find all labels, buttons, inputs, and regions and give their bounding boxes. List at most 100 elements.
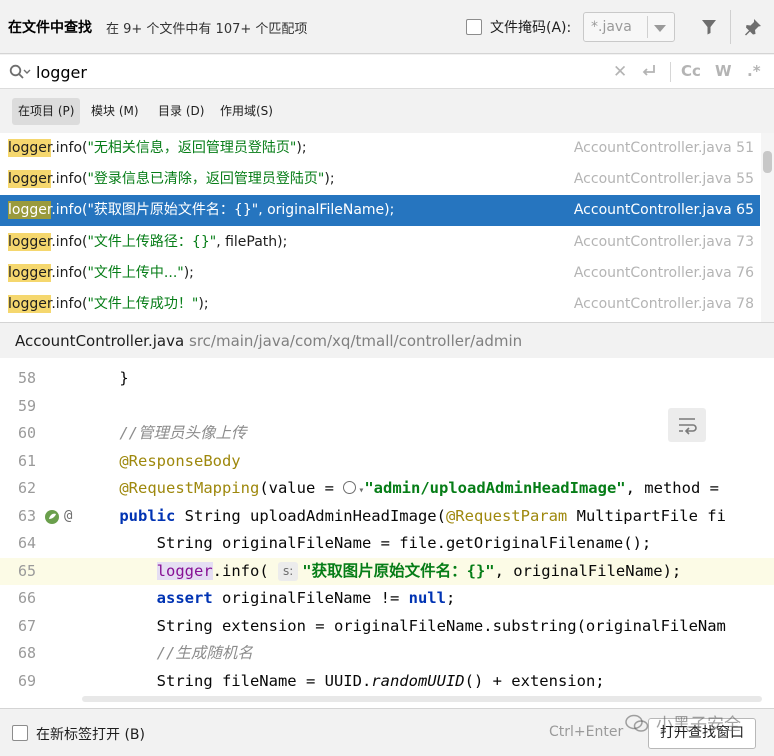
- code-line: String extension = originalFileName.subs…: [82, 616, 726, 635]
- search-options-divider: [670, 62, 671, 82]
- code-line: //生成随机名: [82, 644, 253, 662]
- result-location: AccountController.java 76: [573, 265, 754, 281]
- file-mask-checkbox[interactable]: [466, 19, 482, 35]
- search-input[interactable]: [36, 59, 596, 85]
- line-number: 62: [18, 479, 37, 497]
- result-code: logger.info("获取图片原始文件名：{}", originalFile…: [8, 195, 394, 226]
- search-icon[interactable]: [9, 64, 31, 84]
- file-mask-combo[interactable]: *.java: [583, 12, 675, 42]
- regex-toggle[interactable]: .*: [747, 62, 761, 82]
- result-string: "文件上传成功！": [87, 296, 199, 312]
- newline-icon[interactable]: [640, 62, 658, 82]
- soft-wrap-button[interactable]: [668, 408, 706, 442]
- line-number: 60: [18, 424, 37, 442]
- tab-directory[interactable]: 目录 (D): [152, 98, 210, 125]
- new-tab-label[interactable]: 在新标签打开 (B): [36, 724, 145, 744]
- line-number: 63 @: [0, 503, 82, 531]
- result-match: logger: [8, 201, 52, 219]
- result-text: );: [183, 265, 194, 281]
- result-location: AccountController.java 55: [573, 171, 754, 187]
- result-row[interactable]: logger.info("登录信息已清除，返回管理员登陆页"); Account…: [0, 164, 760, 195]
- line-number: 59: [18, 396, 37, 415]
- line-gutter: 58 59 60 61 62 63 @ 64 65 66 67 68 69: [0, 358, 82, 708]
- result-match: logger: [8, 233, 52, 251]
- code-line: @ResponseBody: [119, 451, 241, 470]
- result-code: logger.info("文件上传路径：{}", filePath);: [8, 227, 287, 258]
- title-bar: 在文件中查找 在 9+ 个文件中有 107+ 个匹配项 文件掩码(A): *.j…: [0, 0, 774, 54]
- result-row[interactable]: logger.info("文件上传中..."); AccountControll…: [0, 258, 760, 289]
- result-text: .info(: [51, 234, 88, 250]
- chevron-down-icon[interactable]: [654, 25, 666, 32]
- line-number-current: 65: [0, 557, 82, 585]
- scope-tabs: 在项目 (P) 模块 (M) 目录 (D) 作用域(S): [0, 90, 774, 133]
- combo-divider: [647, 16, 648, 38]
- line-number: 64: [18, 534, 37, 552]
- line-number: 58: [18, 369, 37, 387]
- toolbar-divider: [730, 10, 731, 44]
- result-row[interactable]: logger.info("文件上传成功！"); AccountControlle…: [0, 289, 760, 320]
- result-string: "文件上传路径：{}": [87, 234, 217, 250]
- result-text: );: [296, 140, 307, 156]
- file-mask-label[interactable]: 文件掩码(A):: [490, 17, 571, 37]
- result-code: logger.info("文件上传中...");: [8, 258, 194, 289]
- result-text: .info(: [51, 171, 88, 187]
- result-text: );: [198, 296, 209, 312]
- result-location: AccountController.java 78: [573, 296, 754, 312]
- code-line: public String uploadAdminHeadImage(@Requ…: [119, 506, 726, 525]
- result-code: logger.info("无相关信息，返回管理员登陆页");: [8, 133, 307, 164]
- watermark-text: 小黑子安全: [656, 715, 741, 735]
- result-match: logger: [8, 139, 52, 157]
- preview-file-name: AccountController.java: [15, 332, 185, 350]
- result-text: );: [324, 171, 335, 187]
- preview-file-path: src/main/java/com/xq/tmall/controller/ad…: [189, 332, 523, 350]
- line-number: 69: [18, 671, 37, 690]
- clear-icon[interactable]: ✕: [613, 62, 627, 82]
- results-scrollbar[interactable]: [761, 133, 774, 322]
- line-number: 68: [18, 644, 37, 662]
- code-line: @RequestMapping(value = ▾"admin/uploadAd…: [119, 479, 719, 497]
- dialog-title: 在文件中查找: [8, 20, 92, 36]
- result-string: "文件上传中...": [87, 265, 184, 281]
- match-summary: 在 9+ 个文件中有 107+ 个匹配项: [106, 22, 308, 37]
- annotation-marker-icon[interactable]: @: [64, 503, 72, 531]
- file-mask-value: *.java: [591, 19, 632, 35]
- tab-project[interactable]: 在项目 (P): [12, 98, 81, 125]
- result-string: "获取图片原始文件名：{}": [87, 202, 259, 218]
- line-number: 61: [18, 451, 37, 470]
- parameter-hint: s:: [277, 561, 299, 581]
- search-bar: ✕ Cc W .*: [0, 55, 774, 89]
- new-tab-checkbox[interactable]: [12, 725, 28, 741]
- wechat-icon: [625, 714, 649, 732]
- code-line: String fileName = UUID.randomUUID() + ex…: [82, 671, 605, 690]
- code-line: String originalFileName = file.getOrigin…: [82, 534, 652, 552]
- result-match: logger: [8, 264, 52, 282]
- result-row-selected[interactable]: logger.info("获取图片原始文件名：{}", originalFile…: [0, 195, 760, 226]
- result-string: "无相关信息，返回管理员登陆页": [87, 140, 297, 156]
- filter-icon[interactable]: [696, 14, 722, 40]
- horizontal-scrollbar[interactable]: [82, 696, 762, 702]
- result-text: .info(: [51, 265, 88, 281]
- pin-icon[interactable]: [740, 14, 766, 40]
- result-code: logger.info("登录信息已清除，返回管理员登陆页");: [8, 164, 335, 195]
- result-text: .info(: [51, 140, 88, 156]
- code-preview[interactable]: 58 59 60 61 62 63 @ 64 65 66 67 68 69 } …: [0, 358, 774, 708]
- result-text: .info(: [51, 202, 88, 218]
- result-text: , originalFileName);: [258, 202, 395, 218]
- whole-words-toggle[interactable]: W: [715, 62, 732, 82]
- line-number: 67: [18, 616, 37, 635]
- result-row[interactable]: logger.info("无相关信息，返回管理员登陆页"); AccountCo…: [0, 133, 760, 164]
- tab-module[interactable]: 模块 (M): [85, 98, 145, 125]
- result-location: AccountController.java 73: [573, 234, 754, 250]
- tab-scope[interactable]: 作用域(S): [214, 98, 279, 125]
- result-row[interactable]: logger.info("文件上传路径：{}", filePath); Acco…: [0, 227, 760, 258]
- match-case-toggle[interactable]: Cc: [681, 62, 701, 82]
- shortcut-hint: Ctrl+Enter: [549, 724, 624, 740]
- spring-bean-icon[interactable]: [44, 509, 62, 525]
- result-text: .info(: [51, 296, 88, 312]
- results-list: logger.info("无相关信息，返回管理员登陆页"); AccountCo…: [0, 133, 774, 322]
- result-location: AccountController.java 51: [573, 140, 754, 156]
- code-line-current: logger.info( s: "获取图片原始文件名：{}", originalF…: [82, 557, 774, 585]
- result-match: logger: [8, 295, 52, 313]
- code-line: assert originalFileName != null;: [156, 589, 456, 607]
- scrollbar-thumb[interactable]: [763, 151, 772, 173]
